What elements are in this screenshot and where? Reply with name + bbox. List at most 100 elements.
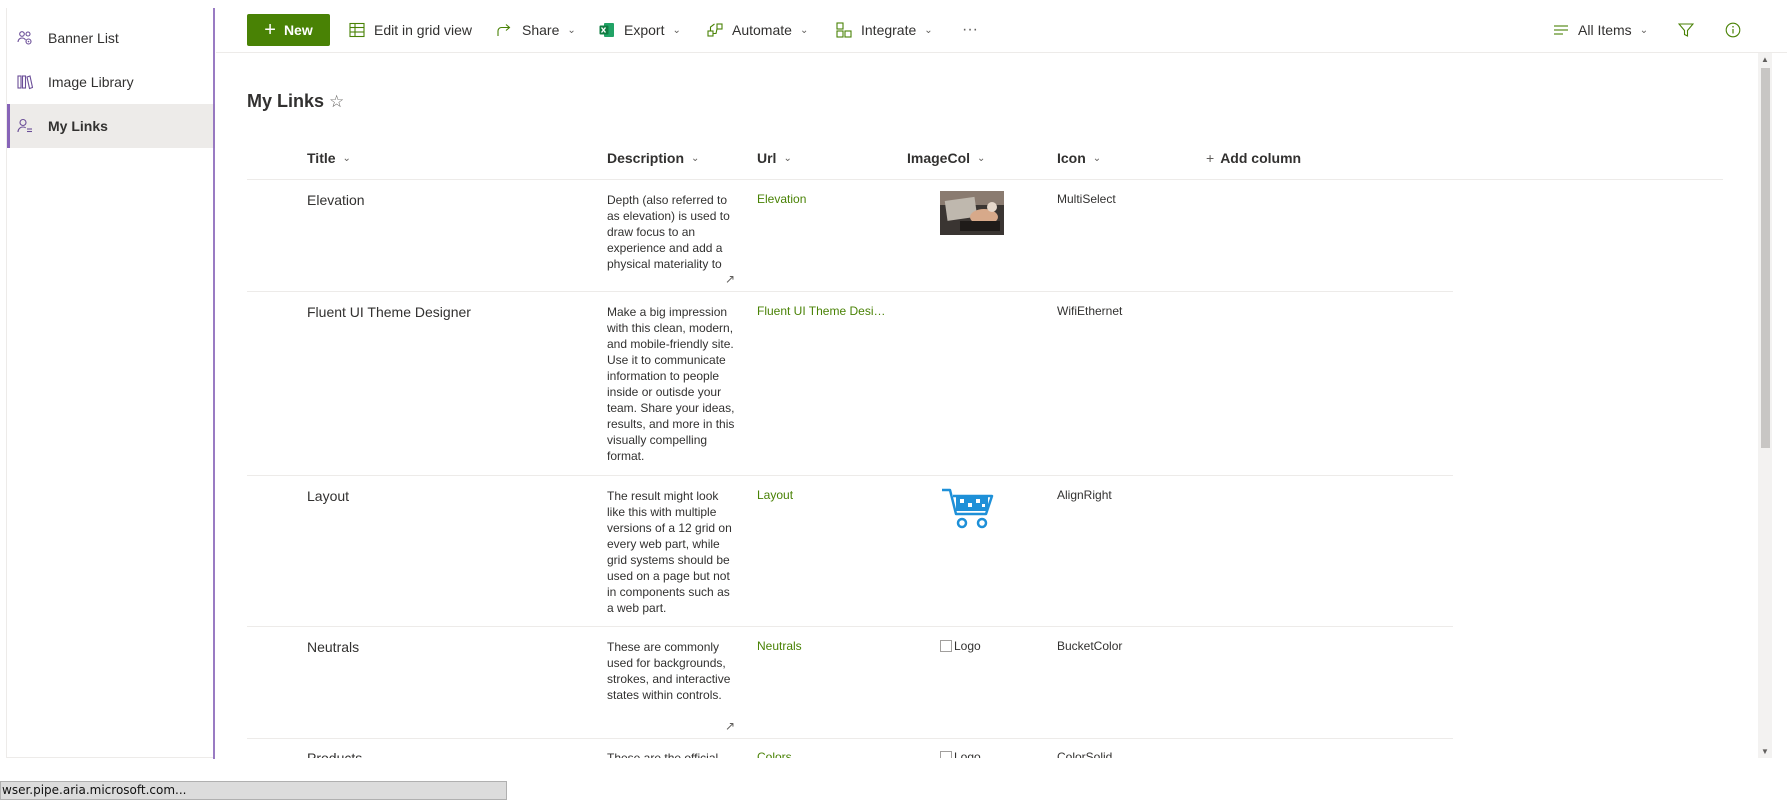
table-row[interactable]: Elevation Depth (also referred to as ele… (247, 180, 1453, 292)
more-actions-button[interactable]: ··· (962, 14, 978, 46)
column-header-url[interactable]: Url ⌄ (757, 146, 792, 170)
row-icon-name: BucketColor (1057, 639, 1123, 653)
row-icon-name: MultiSelect (1057, 192, 1116, 206)
row-url-link[interactable]: Neutrals (757, 639, 889, 653)
row-title[interactable]: Elevation (307, 192, 365, 208)
open-external-icon[interactable]: ↗ (725, 272, 735, 286)
add-column-label: Add column (1220, 150, 1302, 166)
column-header-label: ImageCol (907, 150, 971, 166)
row-image-photo[interactable] (940, 191, 1004, 235)
share-label: Share (522, 22, 560, 38)
row-description: These are the official (607, 751, 719, 758)
image-alt-text: Logo (954, 639, 981, 653)
command-bar: + New Edit in grid view Share ⌄ Export ⌄… (216, 0, 1787, 53)
table-row[interactable]: Neutrals These are commonly used for bac… (247, 627, 1453, 739)
info-icon (1724, 21, 1742, 39)
chevron-down-icon: ⌄ (691, 152, 700, 164)
nav-item-image-library[interactable]: Image Library (7, 60, 215, 104)
chevron-down-icon: ⌄ (799, 24, 809, 36)
row-title[interactable]: Neutrals (307, 639, 359, 655)
row-url-link[interactable]: Layout (757, 488, 889, 502)
row-url-link[interactable]: Fluent UI Theme Desig... (757, 304, 889, 318)
left-navigation: Banner List Image Library My Links (6, 8, 215, 758)
export-button[interactable]: Export ⌄ (598, 14, 681, 46)
browser-status-bar: wser.pipe.aria.microsoft.com... (0, 781, 507, 800)
column-header-description[interactable]: Description ⌄ (607, 146, 699, 170)
edit-grid-view-button[interactable]: Edit in grid view (348, 14, 472, 46)
info-button[interactable] (1724, 14, 1750, 46)
integrate-button[interactable]: Integrate ⌄ (835, 14, 933, 46)
row-url-link[interactable]: Colors (757, 750, 889, 758)
plus-icon: + (1206, 150, 1215, 166)
chevron-down-icon: ⌄ (783, 152, 792, 164)
row-image-broken[interactable]: Logo (940, 639, 981, 653)
chevron-down-icon: ⌄ (977, 152, 986, 164)
nav-divider (213, 8, 215, 759)
column-header-label: Url (757, 150, 777, 166)
nav-item-banner-list[interactable]: Banner List (7, 16, 215, 60)
filter-icon (1677, 21, 1695, 39)
broken-image-icon (940, 751, 952, 758)
plus-icon: + (264, 19, 276, 41)
view-selector[interactable]: All Items ⌄ (1552, 14, 1648, 46)
share-button[interactable]: Share ⌄ (496, 14, 576, 46)
row-icon-name: WifiEthernet (1057, 304, 1123, 318)
integrate-label: Integrate (861, 22, 917, 38)
chevron-down-icon: ⌄ (342, 152, 351, 164)
integrate-icon (835, 21, 853, 39)
table-row[interactable]: Layout The result might look like this w… (247, 476, 1453, 627)
vertical-scrollbar[interactable]: ▲ ▼ (1758, 53, 1772, 758)
image-alt-text: Logo (954, 750, 981, 758)
new-button-label: New (283, 22, 313, 38)
add-column-button[interactable]: + Add column (1206, 146, 1301, 170)
share-icon (496, 21, 514, 39)
chevron-down-icon: ⌄ (1639, 24, 1649, 36)
nav-item-my-links[interactable]: My Links (7, 104, 215, 148)
row-description: Make a big impression with this clean, m… (607, 305, 735, 463)
chevron-down-icon: ⌄ (567, 24, 576, 36)
excel-icon (598, 21, 616, 39)
broken-image-icon (940, 640, 952, 652)
chevron-down-icon: ⌄ (924, 24, 933, 36)
open-external-icon[interactable]: ↗ (725, 719, 735, 733)
nav-item-label: My Links (48, 118, 108, 134)
export-label: Export (624, 22, 665, 38)
flow-icon (706, 21, 724, 39)
filter-button[interactable] (1677, 14, 1703, 46)
column-header-imagecol[interactable]: ImageCol ⌄ (907, 146, 985, 170)
table-row-clip: Products These are the official Colors L… (247, 739, 1453, 758)
scrollbar-thumb[interactable] (1761, 68, 1770, 448)
automate-button[interactable]: Automate ⌄ (706, 14, 808, 46)
column-header-title[interactable]: Title ⌄ (307, 146, 351, 170)
people-settings-icon (16, 29, 34, 47)
row-title[interactable]: Products (307, 750, 362, 758)
row-title[interactable]: Layout (307, 488, 349, 504)
column-header-label: Title (307, 150, 336, 166)
row-description: These are commonly used for backgrounds,… (607, 640, 731, 702)
star-icon[interactable]: ☆ (329, 92, 344, 112)
chevron-down-icon: ⌄ (672, 24, 681, 36)
table-row[interactable]: Fluent UI Theme Designer Make a big impr… (247, 292, 1453, 476)
more-icon: ··· (962, 21, 978, 38)
chevron-down-icon: ⌄ (1092, 152, 1102, 164)
page-title: My Links (247, 91, 325, 111)
row-image-broken[interactable]: Logo (940, 750, 981, 758)
column-header-label: Description (607, 150, 685, 166)
row-icon-name: AlignRight (1057, 488, 1112, 502)
nav-item-label: Banner List (48, 30, 119, 46)
column-header-label: Icon (1057, 150, 1086, 166)
row-description: Depth (also referred to as elevation) is… (607, 193, 730, 271)
new-button[interactable]: + New (247, 14, 330, 46)
row-image-cart[interactable] (940, 487, 1004, 531)
library-icon (16, 73, 34, 91)
person-list-icon (16, 117, 34, 135)
scroll-up-icon[interactable]: ▲ (1761, 55, 1769, 64)
row-title[interactable]: Fluent UI Theme Designer (307, 304, 471, 320)
column-header-icon[interactable]: Icon ⌄ (1057, 146, 1101, 170)
view-label: All Items (1578, 22, 1632, 38)
scroll-down-icon[interactable]: ▼ (1761, 747, 1769, 756)
row-icon-name: ColorSolid (1057, 750, 1113, 758)
grid-icon (348, 21, 366, 39)
table-row[interactable]: Products These are the official Colors L… (247, 750, 1453, 758)
row-url-link[interactable]: Elevation (757, 192, 889, 206)
